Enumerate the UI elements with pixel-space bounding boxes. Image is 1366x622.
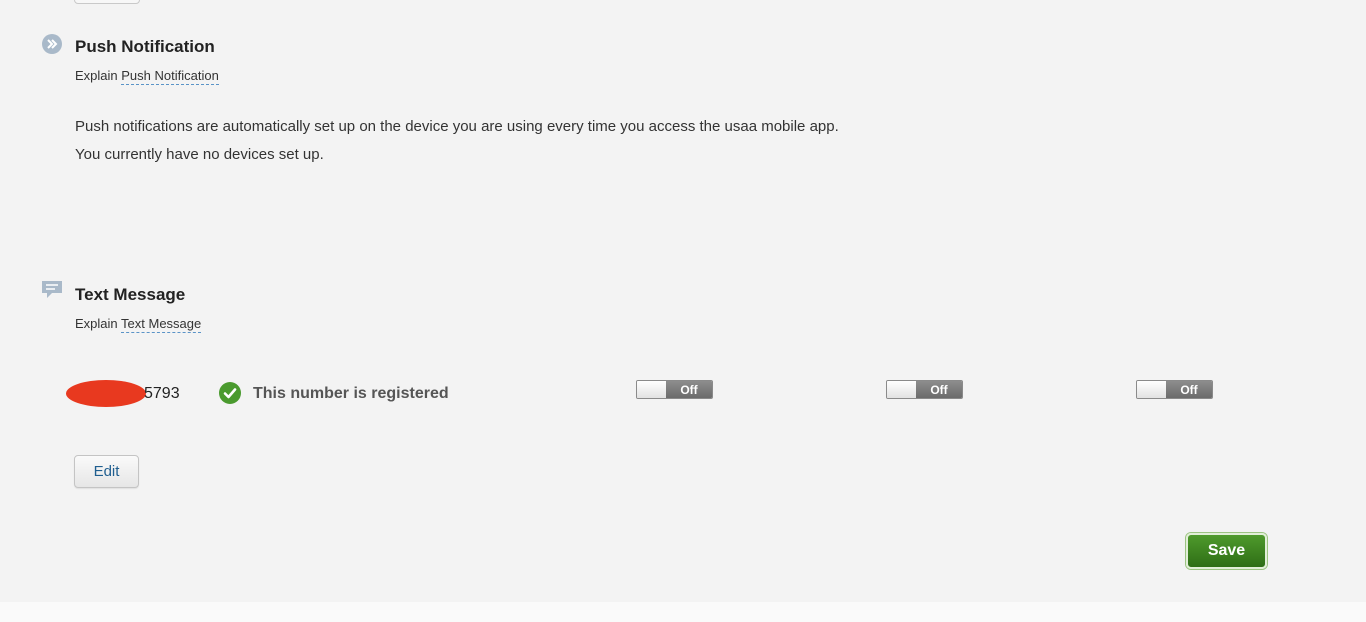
toggle-knob — [637, 381, 666, 398]
toggle-knob — [887, 381, 916, 398]
toggle-state-label: Off — [1166, 381, 1212, 398]
text-alert-toggle-2[interactable]: Off — [886, 380, 963, 399]
arrow-circle-icon — [41, 33, 63, 60]
speech-bubble-icon — [41, 280, 63, 305]
text-message-title: Text Message — [75, 285, 186, 304]
explain-text-message-link[interactable]: Text Message — [121, 316, 202, 333]
edit-button[interactable]: Edit — [74, 455, 139, 488]
save-button[interactable]: Save — [1186, 533, 1267, 569]
explain-prefix: Explain — [75, 68, 118, 83]
explain-push-notification-link[interactable]: Push Notification — [121, 68, 219, 85]
phone-number-suffix: 5793 — [144, 385, 180, 402]
text-alert-toggle-1[interactable]: Off — [636, 380, 713, 399]
toggle-state-label: Off — [916, 381, 962, 398]
push-info-text: Push notifications are automatically set… — [75, 118, 839, 135]
explain-prefix: Explain — [75, 316, 118, 331]
registration-status: This number is registered — [253, 385, 449, 402]
toggle-knob — [1137, 381, 1166, 398]
redacted-phone-number — [66, 380, 146, 407]
check-circle-icon — [219, 382, 241, 409]
push-notification-title: Push Notification — [75, 37, 215, 56]
toggle-state-label: Off — [666, 381, 712, 398]
text-alert-toggle-3[interactable]: Off — [1136, 380, 1213, 399]
text-explain: Explain Text Message — [75, 316, 202, 333]
push-no-devices-text: You currently have no devices set up. — [75, 146, 324, 163]
push-explain: Explain Push Notification — [75, 68, 219, 85]
footer-band — [0, 602, 1366, 622]
previous-section-button[interactable] — [74, 0, 140, 4]
